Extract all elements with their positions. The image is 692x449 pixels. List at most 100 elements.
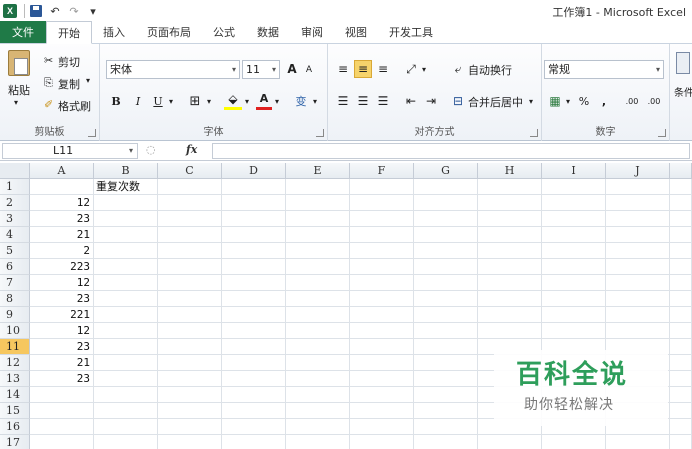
align-top-icon[interactable]: ≡ xyxy=(334,60,352,78)
paste-button[interactable]: 粘贴 xyxy=(8,82,30,98)
cell-b14[interactable] xyxy=(94,387,158,403)
cell-c5[interactable] xyxy=(158,243,222,259)
cell-c9[interactable] xyxy=(158,307,222,323)
cell-i6[interactable] xyxy=(542,259,606,275)
row-header-1[interactable]: 1 xyxy=(0,179,30,195)
cell-k3[interactable] xyxy=(670,211,692,227)
cell-k9[interactable] xyxy=(670,307,692,323)
cell-f8[interactable] xyxy=(350,291,414,307)
row-header-12[interactable]: 12 xyxy=(0,355,30,371)
cell-d12[interactable] xyxy=(222,355,286,371)
cell-a12[interactable]: 21 xyxy=(30,355,94,371)
cell-f10[interactable] xyxy=(350,323,414,339)
cell-c13[interactable] xyxy=(158,371,222,387)
cell-f14[interactable] xyxy=(350,387,414,403)
cell-e1[interactable] xyxy=(286,179,350,195)
cell-g4[interactable] xyxy=(414,227,478,243)
shrink-font-button[interactable]: A xyxy=(302,62,316,78)
align-left-icon[interactable]: ☰ xyxy=(334,92,352,110)
cell-i5[interactable] xyxy=(542,243,606,259)
cell-e2[interactable] xyxy=(286,195,350,211)
cell-d13[interactable] xyxy=(222,371,286,387)
cell-b12[interactable] xyxy=(94,355,158,371)
cell-e5[interactable] xyxy=(286,243,350,259)
cell-k17[interactable] xyxy=(670,435,692,449)
cell-a1[interactable] xyxy=(30,179,94,195)
cell-i9[interactable] xyxy=(542,307,606,323)
cell-i1[interactable] xyxy=(542,179,606,195)
cut-button[interactable]: 剪切 xyxy=(58,54,80,70)
excel-logo-icon[interactable]: X xyxy=(2,3,18,19)
cell-e3[interactable] xyxy=(286,211,350,227)
cell-e15[interactable] xyxy=(286,403,350,419)
alignment-launcher-icon[interactable] xyxy=(530,129,538,137)
row-header-15[interactable]: 15 xyxy=(0,403,30,419)
cell-j6[interactable] xyxy=(606,259,670,275)
row-header-16[interactable]: 16 xyxy=(0,419,30,435)
row-header-4[interactable]: 4 xyxy=(0,227,30,243)
cell-e9[interactable] xyxy=(286,307,350,323)
cell-h5[interactable] xyxy=(478,243,542,259)
column-header-h[interactable]: H xyxy=(478,163,542,179)
cell-e8[interactable] xyxy=(286,291,350,307)
cell-a11[interactable]: 23 xyxy=(30,339,94,355)
cell-d3[interactable] xyxy=(222,211,286,227)
cell-d11[interactable] xyxy=(222,339,286,355)
number-format-select[interactable]: 常规 ▾ xyxy=(544,60,664,79)
cell-e12[interactable] xyxy=(286,355,350,371)
decrease-indent-icon[interactable]: ⇤ xyxy=(402,92,420,110)
row-header-2[interactable]: 2 xyxy=(0,195,30,211)
cell-k6[interactable] xyxy=(670,259,692,275)
decrease-decimal-button[interactable]: .00 xyxy=(644,92,664,110)
orientation-icon[interactable]: ⤢ xyxy=(402,60,420,78)
redo-icon[interactable]: ↷ xyxy=(66,3,82,19)
paste-icon[interactable] xyxy=(8,50,30,76)
copy-dropdown-icon[interactable]: ▾ xyxy=(86,76,90,85)
percent-button[interactable]: % xyxy=(576,92,592,110)
cell-b15[interactable] xyxy=(94,403,158,419)
tab-data[interactable]: 数据 xyxy=(246,21,290,43)
undo-icon[interactable]: ↶ xyxy=(47,3,63,19)
increase-indent-icon[interactable]: ⇥ xyxy=(422,92,440,110)
cell-b5[interactable] xyxy=(94,243,158,259)
cell-g5[interactable] xyxy=(414,243,478,259)
cell-c4[interactable] xyxy=(158,227,222,243)
cell-c11[interactable] xyxy=(158,339,222,355)
cell-f9[interactable] xyxy=(350,307,414,323)
cell-c7[interactable] xyxy=(158,275,222,291)
cell-c15[interactable] xyxy=(158,403,222,419)
fill-color-icon[interactable]: ⬙ xyxy=(224,90,242,110)
cell-a5[interactable]: 2 xyxy=(30,243,94,259)
cell-g6[interactable] xyxy=(414,259,478,275)
cell-c12[interactable] xyxy=(158,355,222,371)
cell-a6[interactable]: 223 xyxy=(30,259,94,275)
column-header-j[interactable]: J xyxy=(606,163,670,179)
cell-a7[interactable]: 12 xyxy=(30,275,94,291)
cell-b16[interactable] xyxy=(94,419,158,435)
cell-c17[interactable] xyxy=(158,435,222,449)
cell-j3[interactable] xyxy=(606,211,670,227)
cell-j1[interactable] xyxy=(606,179,670,195)
column-header-overflow[interactable] xyxy=(670,163,692,179)
paste-dropdown-icon[interactable]: ▾ xyxy=(14,98,18,107)
cell-b13[interactable] xyxy=(94,371,158,387)
cell-j10[interactable] xyxy=(606,323,670,339)
cell-d15[interactable] xyxy=(222,403,286,419)
column-header-a[interactable]: A xyxy=(30,163,94,179)
cell-c2[interactable] xyxy=(158,195,222,211)
cell-d16[interactable] xyxy=(222,419,286,435)
bold-button[interactable]: B xyxy=(108,92,124,110)
cell-a13[interactable]: 23 xyxy=(30,371,94,387)
cell-k14[interactable] xyxy=(670,387,692,403)
font-color-dropdown-icon[interactable]: ▾ xyxy=(272,92,282,110)
row-header-7[interactable]: 7 xyxy=(0,275,30,291)
cell-e6[interactable] xyxy=(286,259,350,275)
cell-j4[interactable] xyxy=(606,227,670,243)
cell-f11[interactable] xyxy=(350,339,414,355)
row-header-17[interactable]: 17 xyxy=(0,435,30,449)
column-header-g[interactable]: G xyxy=(414,163,478,179)
cell-c8[interactable] xyxy=(158,291,222,307)
cell-f2[interactable] xyxy=(350,195,414,211)
row-header-11[interactable]: 11 xyxy=(0,339,30,355)
name-box[interactable]: L11 ▾ xyxy=(2,143,138,159)
